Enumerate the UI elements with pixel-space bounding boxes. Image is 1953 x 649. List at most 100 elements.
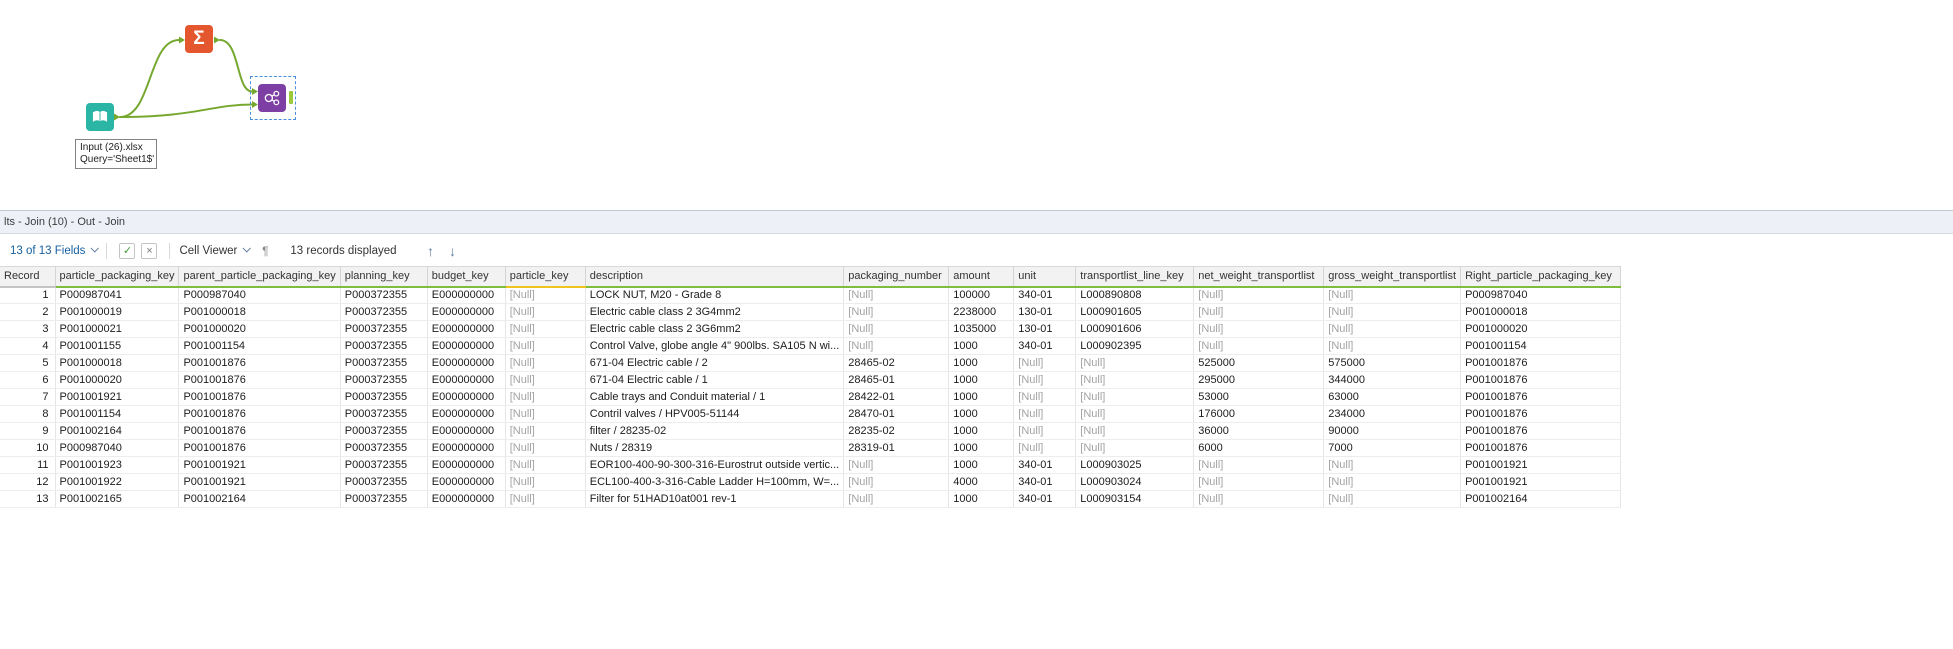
- table-cell[interactable]: L000890808: [1075, 286, 1195, 304]
- table-cell[interactable]: [Null]: [505, 337, 586, 355]
- column-header[interactable]: planning_key: [340, 266, 428, 288]
- table-cell[interactable]: P001000018: [1460, 303, 1622, 321]
- table-cell[interactable]: 28470-01: [843, 405, 950, 423]
- table-cell[interactable]: P001001876: [178, 439, 341, 457]
- record-number[interactable]: 8: [0, 405, 56, 423]
- table-cell[interactable]: [Null]: [843, 286, 950, 304]
- table-cell[interactable]: 340-01: [1013, 456, 1077, 474]
- table-cell[interactable]: [Null]: [1193, 286, 1325, 304]
- record-number[interactable]: 7: [0, 388, 56, 406]
- table-cell[interactable]: [Null]: [1013, 422, 1077, 440]
- table-cell[interactable]: P001001876: [1460, 371, 1622, 389]
- table-cell[interactable]: P001001154: [178, 337, 341, 355]
- table-cell[interactable]: P001001876: [1460, 405, 1622, 423]
- table-cell[interactable]: P001000020: [178, 320, 341, 338]
- table-cell[interactable]: 344000: [1323, 371, 1462, 389]
- table-cell[interactable]: L000903154: [1075, 490, 1195, 508]
- column-header[interactable]: packaging_number: [843, 266, 950, 288]
- table-cell[interactable]: E000000000: [427, 388, 506, 406]
- table-cell[interactable]: 1035000: [948, 320, 1015, 338]
- table-cell[interactable]: P000372355: [340, 354, 428, 372]
- column-header[interactable]: gross_weight_transportlist: [1323, 266, 1462, 288]
- table-cell[interactable]: Filter for 51HAD10at001 rev-1: [585, 490, 845, 508]
- table-cell[interactable]: L000903024: [1075, 473, 1195, 491]
- wire-summarize-to-join[interactable]: [219, 39, 253, 93]
- table-cell[interactable]: P001001921: [55, 388, 180, 406]
- record-number[interactable]: 12: [0, 473, 56, 491]
- table-cell[interactable]: P000372355: [340, 405, 428, 423]
- record-number[interactable]: 2: [0, 303, 56, 321]
- table-cell[interactable]: 63000: [1323, 388, 1462, 406]
- table-cell[interactable]: 234000: [1323, 405, 1462, 423]
- table-cell[interactable]: P001001876: [178, 371, 341, 389]
- table-cell[interactable]: EOR100-400-90-300-316-Eurostrut outside …: [585, 456, 845, 474]
- table-cell[interactable]: [Null]: [1013, 388, 1077, 406]
- table-cell[interactable]: 28465-01: [843, 371, 950, 389]
- table-cell[interactable]: [Null]: [1193, 473, 1325, 491]
- table-cell[interactable]: 28465-02: [843, 354, 950, 372]
- table-cell[interactable]: [Null]: [505, 473, 586, 491]
- column-header[interactable]: transportlist_line_key: [1075, 266, 1195, 288]
- table-cell[interactable]: [Null]: [1075, 439, 1195, 457]
- table-cell[interactable]: [Null]: [1075, 388, 1195, 406]
- table-cell[interactable]: [Null]: [1013, 405, 1077, 423]
- table-cell[interactable]: 1000: [948, 439, 1015, 457]
- table-cell[interactable]: Control Valve, globe angle 4" 900lbs. SA…: [585, 337, 845, 355]
- table-cell[interactable]: 7000: [1323, 439, 1462, 457]
- fields-dropdown[interactable]: 13 of 13 Fields: [10, 244, 100, 257]
- table-cell[interactable]: LOCK NUT, M20 - Grade 8: [585, 286, 845, 304]
- cancel-x-icon[interactable]: ×: [141, 242, 158, 259]
- table-cell[interactable]: 4000: [948, 473, 1015, 491]
- table-cell[interactable]: [Null]: [505, 286, 586, 304]
- table-cell[interactable]: P001000020: [55, 371, 180, 389]
- table-cell[interactable]: [Null]: [1323, 286, 1462, 304]
- table-cell[interactable]: E000000000: [427, 405, 506, 423]
- table-cell[interactable]: 1000: [948, 405, 1015, 423]
- table-cell[interactable]: E000000000: [427, 320, 506, 338]
- table-cell[interactable]: P001001876: [178, 388, 341, 406]
- summarize-tool[interactable]: Σ: [185, 25, 213, 53]
- table-cell[interactable]: P001001876: [1460, 354, 1622, 372]
- record-number[interactable]: 10: [0, 439, 56, 457]
- table-cell[interactable]: 130-01: [1013, 320, 1077, 338]
- table-cell[interactable]: P000372355: [340, 371, 428, 389]
- table-cell[interactable]: Electric cable class 2 3G4mm2: [585, 303, 845, 321]
- table-cell[interactable]: P000987040: [178, 286, 341, 304]
- table-cell[interactable]: P000372355: [340, 422, 428, 440]
- table-cell[interactable]: P001000021: [55, 320, 180, 338]
- table-cell[interactable]: P000987040: [55, 439, 180, 457]
- table-cell[interactable]: [Null]: [1013, 371, 1077, 389]
- table-cell[interactable]: filter / 28235-02: [585, 422, 845, 440]
- table-cell[interactable]: P001001155: [55, 337, 180, 355]
- table-cell[interactable]: Cable trays and Conduit material / 1: [585, 388, 845, 406]
- table-cell[interactable]: 340-01: [1013, 337, 1077, 355]
- table-cell[interactable]: P000372355: [340, 303, 428, 321]
- table-cell[interactable]: L000901606: [1075, 320, 1195, 338]
- record-number[interactable]: 11: [0, 456, 56, 474]
- table-cell[interactable]: [Null]: [1323, 490, 1462, 508]
- table-cell[interactable]: [Null]: [1193, 456, 1325, 474]
- table-cell[interactable]: P001002164: [1460, 490, 1622, 508]
- table-cell[interactable]: 176000: [1193, 405, 1325, 423]
- table-cell[interactable]: P001001876: [178, 422, 341, 440]
- column-header[interactable]: description: [585, 266, 845, 288]
- table-cell[interactable]: [Null]: [843, 337, 950, 355]
- workflow-canvas[interactable]: Σ Input (26).xlsx Query='Sheet1$': [0, 0, 1953, 210]
- pilcrow-icon[interactable]: ¶: [257, 243, 273, 259]
- table-cell[interactable]: L000901605: [1075, 303, 1195, 321]
- table-cell[interactable]: [Null]: [1075, 371, 1195, 389]
- table-cell[interactable]: L000902395: [1075, 337, 1195, 355]
- table-cell[interactable]: P001001154: [55, 405, 180, 423]
- table-cell[interactable]: [Null]: [1075, 422, 1195, 440]
- table-cell[interactable]: P001000018: [178, 303, 341, 321]
- table-cell[interactable]: P001001921: [1460, 456, 1622, 474]
- table-cell[interactable]: [Null]: [1013, 354, 1077, 372]
- table-cell[interactable]: [Null]: [1193, 337, 1325, 355]
- table-cell[interactable]: [Null]: [505, 320, 586, 338]
- table-cell[interactable]: P000987041: [55, 286, 180, 304]
- table-cell[interactable]: P001001921: [1460, 473, 1622, 491]
- record-number[interactable]: 3: [0, 320, 56, 338]
- table-cell[interactable]: P001001876: [178, 354, 341, 372]
- table-cell[interactable]: [Null]: [1323, 320, 1462, 338]
- table-cell[interactable]: E000000000: [427, 303, 506, 321]
